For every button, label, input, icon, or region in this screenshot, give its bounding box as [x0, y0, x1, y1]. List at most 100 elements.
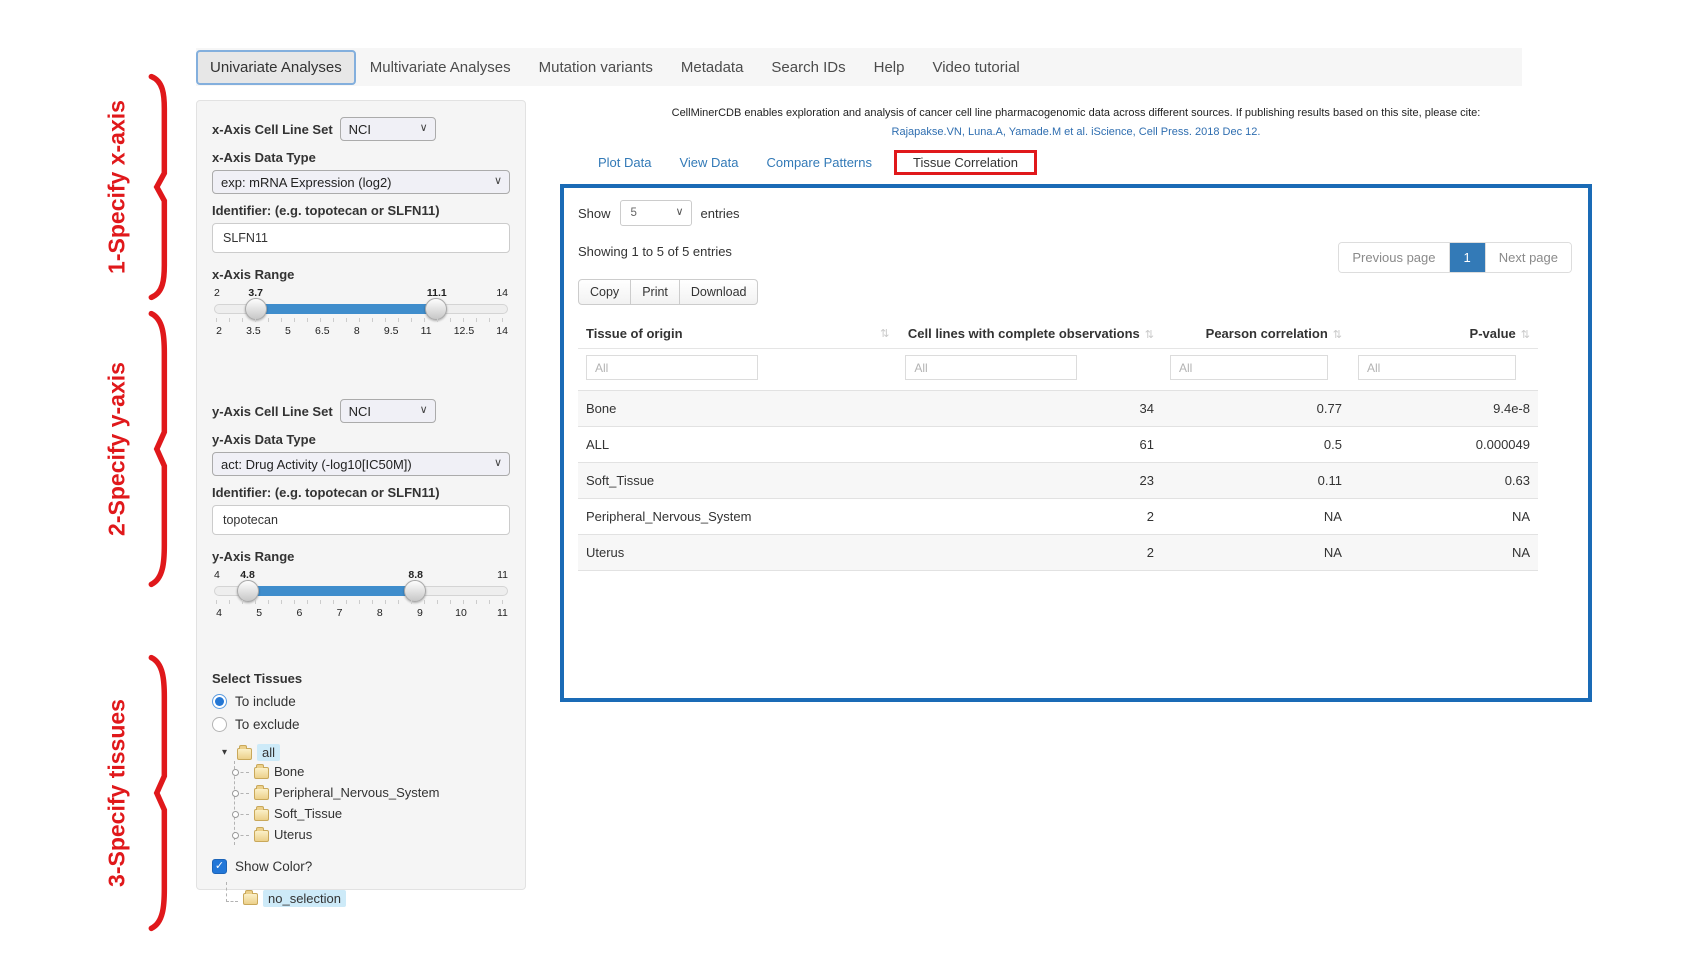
y-axis-identifier-label: Identifier: (e.g. topotecan or SLFN11) — [212, 485, 510, 500]
annotation-bracket-2 — [147, 308, 173, 590]
cell-count: 2 — [897, 535, 1162, 571]
filter-input-p-value[interactable] — [1358, 355, 1516, 380]
folder-icon — [254, 809, 269, 821]
y-axis-identifier-input[interactable] — [212, 505, 510, 535]
filter-input-tissue[interactable] — [586, 355, 758, 380]
table-row[interactable]: Peripheral_Nervous_System 2 NA NA — [578, 499, 1538, 535]
show-label: Show — [578, 206, 611, 221]
x-axis-identifier-input[interactable] — [212, 223, 510, 253]
folder-icon — [243, 893, 258, 905]
x-axis-data-type-select[interactable]: exp: mRNA Expression (log2) — [212, 170, 510, 194]
cell-p-value: NA — [1350, 499, 1538, 535]
to-exclude-radio[interactable] — [212, 717, 227, 732]
tree-item-label: Peripheral_Nervous_System — [274, 785, 439, 800]
cell-tissue: Soft_Tissue — [578, 463, 897, 499]
no-selection-label: no_selection — [263, 890, 346, 907]
subtab-compare-patterns[interactable]: Compare Patterns — [753, 146, 887, 179]
previous-page-button[interactable]: Previous page — [1339, 243, 1449, 272]
cell-p-value: 0.000049 — [1350, 427, 1538, 463]
slider-handle-from[interactable] — [245, 298, 267, 320]
cell-tissue: Bone — [578, 391, 897, 427]
chevron-down-icon — [675, 205, 683, 218]
column-header-pearson-correlation[interactable]: Pearson correlation — [1162, 317, 1350, 349]
slider-max-label: 14 — [496, 287, 508, 299]
show-color-checkbox[interactable] — [212, 859, 227, 874]
tree-item-bone[interactable]: Bone — [235, 761, 510, 782]
sort-icon[interactable] — [1333, 329, 1342, 341]
y-axis-data-type-select[interactable]: act: Drug Activity (-log10[IC50M]) — [212, 452, 510, 476]
filter-input-cell-lines[interactable] — [905, 355, 1077, 380]
tree-item-no-selection[interactable]: no_selection — [226, 888, 510, 908]
slider-track[interactable] — [214, 586, 508, 596]
to-include-radio[interactable] — [212, 694, 227, 709]
current-page-button[interactable]: 1 — [1450, 243, 1486, 272]
tissue-correlation-table: Tissue of origin Cell lines with complet… — [578, 317, 1538, 571]
tree-item-all[interactable]: all — [222, 744, 510, 761]
slider-handle-to[interactable] — [425, 298, 447, 320]
tab-multivariate-analyses[interactable]: Multivariate Analyses — [356, 50, 525, 85]
y-axis-cell-line-set-value: NCI — [349, 404, 371, 419]
table-row[interactable]: Bone 34 0.77 9.4e-8 — [578, 391, 1538, 427]
entries-per-page-select[interactable]: 5 — [620, 200, 692, 226]
tree-item-all-label: all — [257, 744, 280, 761]
column-header-tissue-of-origin[interactable]: Tissue of origin — [578, 317, 897, 349]
sort-icon[interactable] — [1521, 329, 1530, 341]
tissue-tree: all Bone Peripheral_Nervous_System Soft_… — [222, 744, 510, 845]
chevron-down-icon — [494, 174, 502, 187]
cell-p-value: 9.4e-8 — [1350, 391, 1538, 427]
tab-metadata[interactable]: Metadata — [667, 50, 758, 85]
cell-pearson: 0.77 — [1162, 391, 1350, 427]
subtab-tissue-correlation[interactable]: Tissue Correlation — [903, 150, 1028, 175]
x-axis-data-type-value: exp: mRNA Expression (log2) — [221, 175, 392, 190]
sort-icon[interactable] — [880, 327, 889, 340]
slider-tick-marks — [216, 600, 506, 604]
tree-expander-icon[interactable] — [222, 747, 232, 758]
x-axis-cell-line-set-select[interactable]: NCI — [340, 117, 436, 141]
citation-block: CellMinerCDB enables exploration and ana… — [560, 104, 1592, 141]
copy-button[interactable]: Copy — [578, 279, 631, 305]
tab-univariate-analyses[interactable]: Univariate Analyses — [196, 50, 356, 85]
table-row[interactable]: ALL 61 0.5 0.000049 — [578, 427, 1538, 463]
pagination: Previous page 1 Next page — [1338, 242, 1572, 273]
tab-help[interactable]: Help — [860, 50, 919, 85]
citation-link[interactable]: Rajapakse.VN, Luna.A, Yamade.M et al. iS… — [560, 123, 1592, 142]
sort-icon[interactable] — [1145, 329, 1154, 341]
tree-item-label: Soft_Tissue — [274, 806, 342, 821]
slider-handle-from[interactable] — [237, 580, 259, 602]
slider-max-label: 11 — [497, 569, 508, 581]
slider-min-label: 2 — [214, 287, 220, 299]
filter-input-pearson[interactable] — [1170, 355, 1328, 380]
slider-track[interactable] — [214, 304, 508, 314]
tab-mutation-variants[interactable]: Mutation variants — [525, 50, 667, 85]
table-row[interactable]: Uterus 2 NA NA — [578, 535, 1538, 571]
tree-item-uterus[interactable]: Uterus — [235, 824, 510, 845]
slider-handle-to[interactable] — [404, 580, 426, 602]
print-button[interactable]: Print — [630, 279, 680, 305]
y-axis-data-type-label: y-Axis Data Type — [212, 432, 510, 447]
cell-pearson: NA — [1162, 535, 1350, 571]
chevron-down-icon — [420, 403, 428, 416]
x-axis-range-slider[interactable]: 2 3.7 11.1 14 23.556.589.51112.514 — [214, 287, 508, 347]
slider-fill — [248, 586, 415, 596]
cell-count: 23 — [897, 463, 1162, 499]
download-button[interactable]: Download — [679, 279, 759, 305]
column-header-p-value[interactable]: P-value — [1350, 317, 1538, 349]
y-axis-cell-line-set-select[interactable]: NCI — [340, 399, 436, 423]
table-row[interactable]: Soft_Tissue 23 0.11 0.63 — [578, 463, 1538, 499]
x-axis-data-type-label: x-Axis Data Type — [212, 150, 510, 165]
tab-search-ids[interactable]: Search IDs — [757, 50, 859, 85]
slider-tick-marks — [216, 318, 506, 322]
select-tissues-header: Select Tissues — [212, 671, 510, 686]
column-header-cell-lines[interactable]: Cell lines with complete observations — [897, 317, 1162, 349]
y-axis-range-label: y-Axis Range — [212, 549, 510, 564]
next-page-button[interactable]: Next page — [1486, 243, 1571, 272]
slider-fill — [256, 304, 436, 314]
subtab-view-data[interactable]: View Data — [665, 146, 752, 179]
tree-item-soft-tissue[interactable]: Soft_Tissue — [235, 803, 510, 824]
top-nav-bar: Univariate Analyses Multivariate Analyse… — [196, 48, 1522, 86]
tab-video-tutorial[interactable]: Video tutorial — [918, 50, 1033, 85]
tree-item-peripheral-nervous-system[interactable]: Peripheral_Nervous_System — [235, 782, 510, 803]
show-color-label: Show Color? — [235, 859, 312, 874]
subtab-plot-data[interactable]: Plot Data — [584, 146, 665, 179]
y-axis-range-slider[interactable]: 4 4.8 8.8 11 4567891011 — [214, 569, 508, 629]
